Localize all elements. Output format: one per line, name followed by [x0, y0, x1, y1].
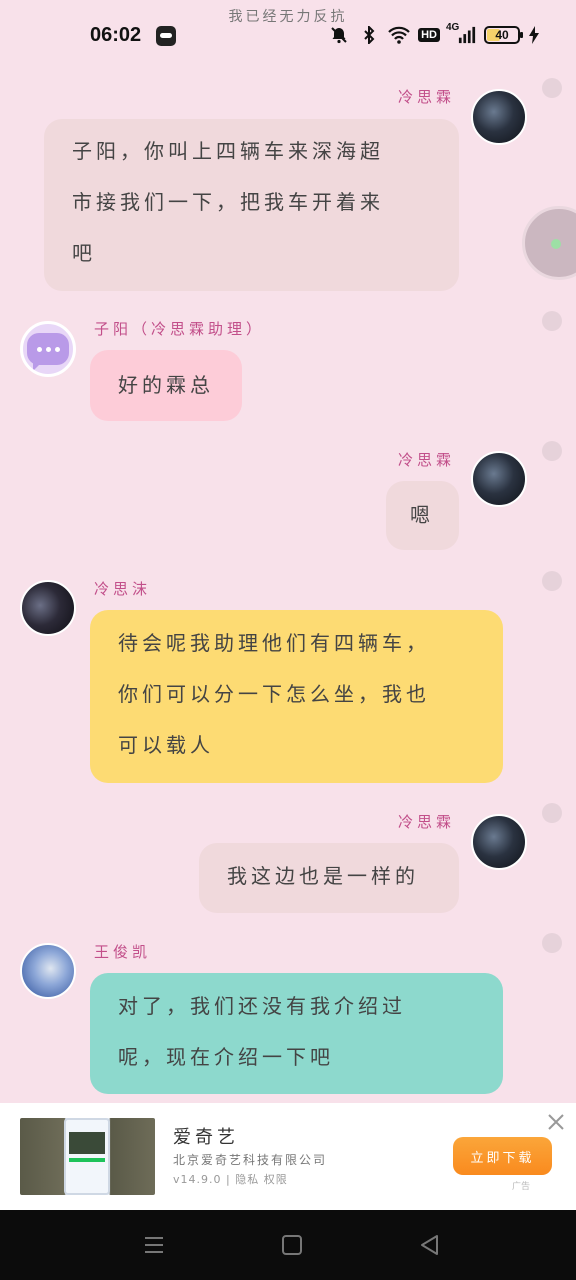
- battery-icon: 40: [484, 26, 523, 44]
- message-line: 待会呢我助理他们有四辆车，: [118, 631, 430, 655]
- menu-icon[interactable]: [141, 1232, 167, 1258]
- signal-icon: 4G: [446, 22, 476, 46]
- sender-name: 冷思霖: [398, 88, 456, 106]
- bot-icon: [27, 333, 69, 371]
- status-bar: 我已经无力反抗 06:02 HD 4G 40: [0, 0, 576, 70]
- app-notification-icon: [156, 26, 176, 46]
- charging-icon: [528, 24, 540, 46]
- message-dot: [542, 571, 562, 591]
- sender-name: 王俊凯: [94, 943, 152, 961]
- message-dot: [542, 441, 562, 461]
- ad-company: 北京爱奇艺科技有限公司: [173, 1153, 328, 1167]
- message-bubble: 子阳，你叫上四辆车来深海超 市接我们一下，把我车开着来 吧: [44, 119, 459, 291]
- status-icons: HD 4G 40: [328, 22, 540, 46]
- message-line: 嗯: [410, 503, 434, 527]
- battery-level: 40: [495, 28, 509, 42]
- status-time: 06:02: [90, 24, 142, 46]
- sender-name: 冷思霖: [398, 813, 456, 831]
- home-icon[interactable]: [279, 1232, 305, 1258]
- message-bubble: 对了，我们还没有我介绍过 呢，现在介绍一下吧: [90, 973, 503, 1094]
- sender-name: 冷思霖: [398, 451, 456, 469]
- message-line: 你们可以分一下怎么坐，我也: [118, 682, 430, 706]
- navigation-bar: [0, 1210, 576, 1280]
- message-line: 市接我们一下，把我车开着来: [72, 190, 384, 214]
- download-button[interactable]: 立即下载: [453, 1137, 552, 1175]
- avatar[interactable]: [471, 451, 527, 507]
- avatar[interactable]: [471, 814, 527, 870]
- ad-meta[interactable]: v14.9.0 | 隐私 权限: [173, 1171, 288, 1187]
- bluetooth-icon: [358, 24, 380, 46]
- message-line: 吧: [72, 241, 96, 265]
- floating-assist-button[interactable]: [522, 206, 576, 280]
- avatar[interactable]: [20, 580, 76, 636]
- message-bubble: 待会呢我助理他们有四辆车， 你们可以分一下怎么坐，我也 可以载人: [90, 610, 503, 783]
- message-dot: [542, 78, 562, 98]
- wifi-icon: [388, 24, 410, 46]
- top-note: 我已经无力反抗: [228, 9, 348, 25]
- mute-icon: [328, 24, 350, 46]
- ad-banner[interactable]: 爱奇艺 北京爱奇艺科技有限公司 v14.9.0 | 隐私 权限 立即下载 广告: [0, 1103, 576, 1210]
- message-dot: [542, 933, 562, 953]
- back-icon[interactable]: [417, 1232, 443, 1258]
- avatar[interactable]: [20, 321, 76, 377]
- message-line: 我这边也是一样的: [227, 864, 419, 888]
- message-line: 子阳，你叫上四辆车来深海超: [72, 139, 384, 163]
- message-dot: [542, 803, 562, 823]
- sender-name: 冷思沫: [94, 580, 152, 598]
- message-line: 可以载人: [118, 733, 214, 757]
- message-line: 好的霖总: [118, 373, 214, 397]
- message-dot: [542, 311, 562, 331]
- ad-title: 爱奇艺: [173, 1127, 239, 1148]
- ad-phone-preview: [64, 1118, 110, 1195]
- message-line: 呢，现在介绍一下吧: [118, 1045, 334, 1069]
- hd-badge: HD: [418, 28, 440, 42]
- network-type: 4G: [446, 22, 460, 33]
- message-bubble: 嗯: [386, 481, 459, 550]
- message-bubble: 好的霖总: [90, 350, 242, 421]
- message-line: 对了，我们还没有我介绍过: [118, 994, 406, 1018]
- close-icon[interactable]: [545, 1111, 567, 1133]
- ad-tag: 广告: [512, 1182, 531, 1192]
- message-bubble: 我这边也是一样的: [199, 843, 459, 913]
- avatar[interactable]: [20, 943, 76, 999]
- sender-name: 子阳（冷思霖助理）: [94, 320, 266, 338]
- avatar[interactable]: [471, 89, 527, 145]
